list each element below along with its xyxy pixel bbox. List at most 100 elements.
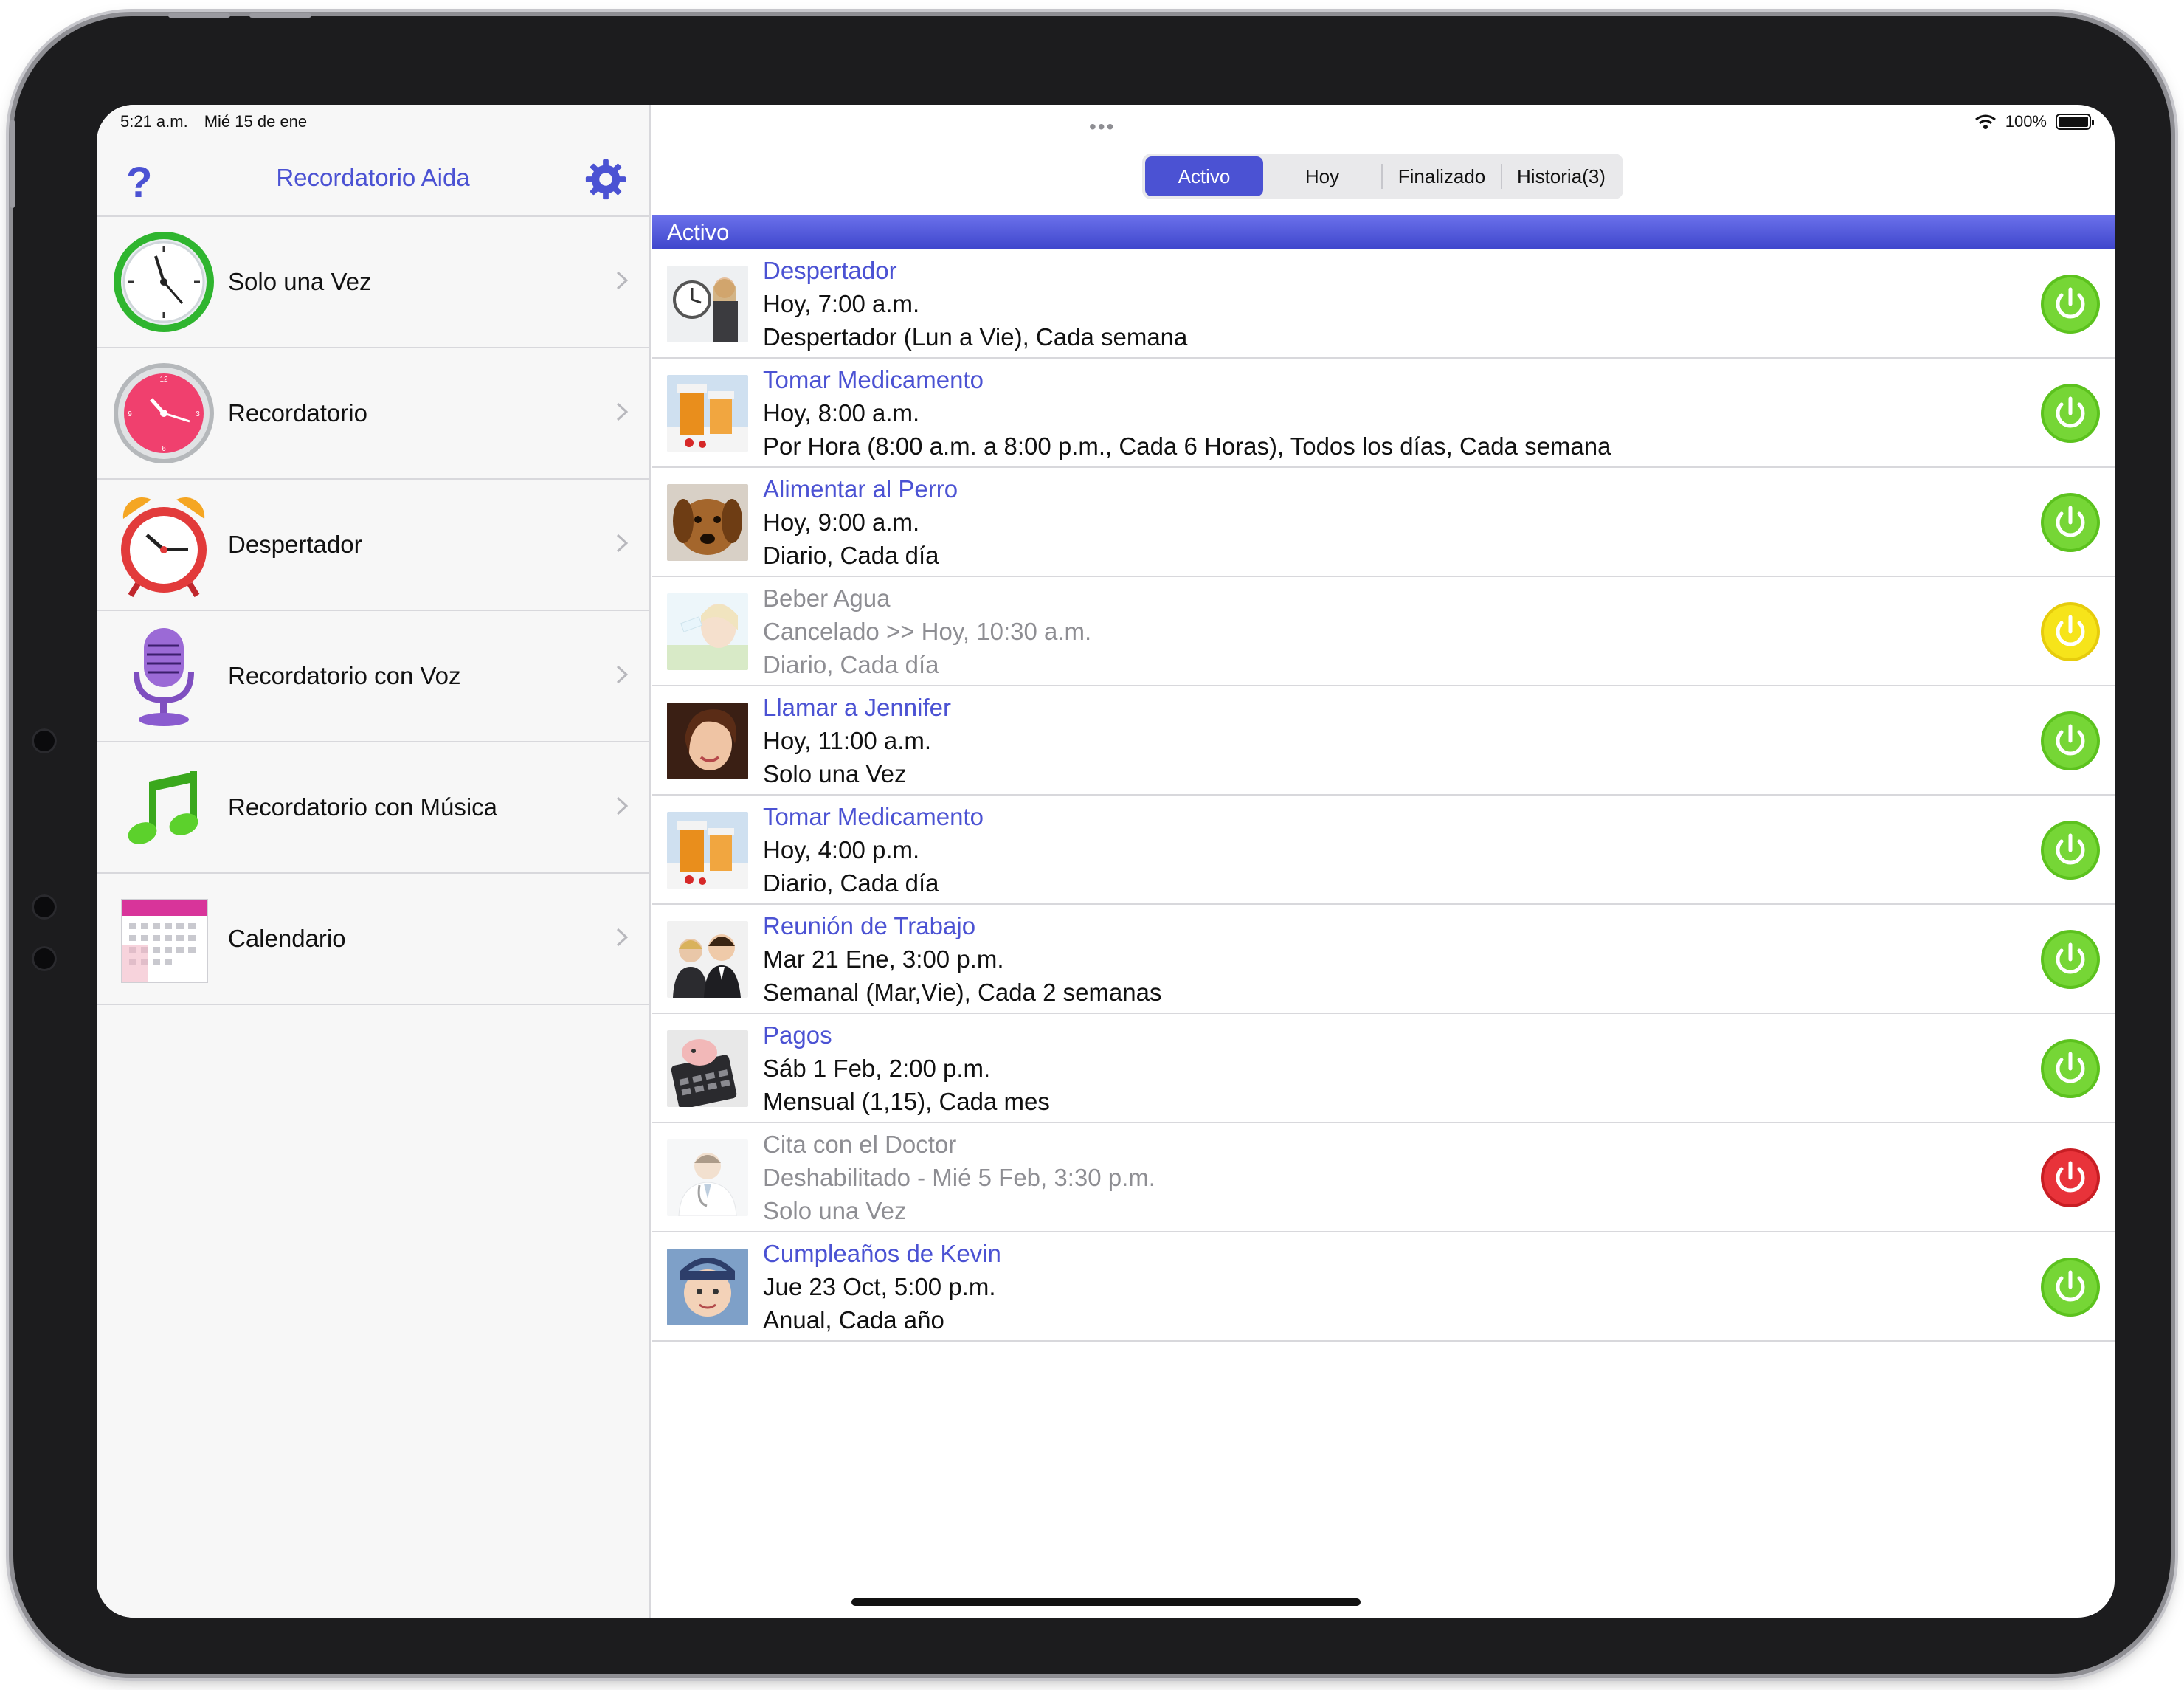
- status-right: 100%: [1974, 112, 2094, 131]
- reminder-title: Alimentar al Perro: [763, 475, 958, 503]
- gear-icon[interactable]: [583, 156, 629, 202]
- multitasking-dots[interactable]: •••: [1089, 115, 1115, 139]
- drinking-water-thumb: [667, 593, 748, 670]
- reminder-title: Llamar a Jennifer: [763, 694, 951, 721]
- status-date: Mié 15 de ene: [204, 112, 308, 131]
- reminder-row[interactable]: Tomar Medicamento Hoy, 8:00 a.m. Por Hor…: [652, 359, 2115, 468]
- tab-hoy[interactable]: Hoy: [1263, 156, 1381, 196]
- chevron-right-icon: [616, 928, 629, 947]
- reminder-repeat: Diario, Cada día: [763, 651, 939, 678]
- woman-phone-thumb: [667, 703, 748, 779]
- menu-label: Recordatorio con Voz: [228, 662, 461, 689]
- menu-label: Despertador: [228, 531, 362, 558]
- menu-item-recordatorio-con-musica[interactable]: Recordatorio con Música: [97, 742, 649, 874]
- menu-item-solo-una-vez[interactable]: Solo una Vez: [97, 217, 649, 348]
- reminder-repeat: Anual, Cada año: [763, 1306, 944, 1334]
- chevron-right-icon: [616, 402, 629, 421]
- reminder-title: Reunión de Trabajo: [763, 912, 976, 939]
- power-toggle-icon[interactable]: [2039, 1256, 2101, 1318]
- pills-thumb: [667, 375, 748, 452]
- tab-finalizado[interactable]: Finalizado: [1383, 156, 1501, 196]
- reminder-title: Cita con el Doctor: [763, 1131, 957, 1158]
- reminder-time: Cancelado >> Hoy, 10:30 a.m.: [763, 618, 1092, 645]
- sidebar: 5:21 a.m. Mié 15 de ene ? Recordatorio A…: [97, 105, 651, 1618]
- reminder-time: Mar 21 Ene, 3:00 p.m.: [763, 945, 1004, 973]
- reminder-repeat: Mensual (1,15), Cada mes: [763, 1088, 1050, 1115]
- svg-text:6: 6: [162, 445, 166, 453]
- sensor-dot: [32, 946, 57, 971]
- dog-thumb: [667, 484, 748, 561]
- reminder-time: Hoy, 4:00 p.m.: [763, 836, 920, 863]
- chevron-right-icon: [616, 665, 629, 684]
- reminder-time: Hoy, 8:00 a.m.: [763, 399, 920, 427]
- status-time: 5:21 a.m.: [120, 112, 188, 131]
- menu-item-despertador[interactable]: Despertador: [97, 480, 649, 611]
- power-toggle-icon[interactable]: [2039, 382, 2101, 444]
- power-toggle-icon[interactable]: [2039, 928, 2101, 990]
- pink-clock-icon: 12 3 6 9: [114, 363, 214, 463]
- pills-thumb: [667, 812, 748, 889]
- svg-text:9: 9: [128, 410, 132, 418]
- category-menu: Solo una Vez 12 3 6 9 Recordatorio Despe…: [97, 217, 649, 1005]
- reminder-row[interactable]: Reunión de Trabajo Mar 21 Ene, 3:00 p.m.…: [652, 905, 2115, 1014]
- section-header: Activo: [652, 215, 2115, 249]
- side-button: [10, 120, 15, 208]
- doctor-thumb: [667, 1139, 748, 1216]
- home-indicator[interactable]: [851, 1598, 1361, 1606]
- app-title: Recordatorio Aida: [276, 164, 470, 191]
- menu-item-calendario[interactable]: Calendario: [97, 874, 649, 1005]
- svg-text:12: 12: [159, 376, 168, 384]
- tab-activo[interactable]: Activo: [1145, 156, 1263, 196]
- reminder-title: Despertador: [763, 257, 897, 284]
- power-toggle-icon[interactable]: [2039, 1038, 2101, 1100]
- battery-percent: 100%: [2005, 112, 2047, 131]
- business-people-thumb: [667, 921, 748, 998]
- alarm-woman-thumb: [667, 266, 748, 342]
- reminder-row[interactable]: Despertador Hoy, 7:00 a.m. Despertador (…: [652, 249, 2115, 359]
- reminder-title: Tomar Medicamento: [763, 803, 984, 830]
- menu-label: Calendario: [228, 925, 346, 952]
- ipad-frame: 5:21 a.m. Mié 15 de ene ? Recordatorio A…: [10, 13, 2171, 1674]
- power-toggle-icon[interactable]: [2039, 819, 2101, 881]
- reminder-title: Beber Agua: [763, 584, 891, 612]
- piggy-calculator-thumb: [667, 1030, 748, 1107]
- status-left: 5:21 a.m. Mié 15 de ene: [120, 112, 307, 131]
- tab-historia[interactable]: Historia(3): [1502, 156, 1620, 196]
- reminder-title: Pagos: [763, 1021, 832, 1049]
- chevron-right-icon: [616, 796, 629, 815]
- wifi-icon: [1974, 114, 1996, 129]
- power-toggle-icon[interactable]: [2039, 601, 2101, 663]
- reminder-row[interactable]: Beber Agua Cancelado >> Hoy, 10:30 a.m. …: [652, 577, 2115, 686]
- reminder-repeat: Diario, Cada día: [763, 542, 939, 569]
- battery-icon: [2056, 114, 2094, 130]
- reminder-row[interactable]: Llamar a Jennifer Hoy, 11:00 a.m. Solo u…: [652, 686, 2115, 796]
- power-toggle-icon[interactable]: [2039, 710, 2101, 772]
- reminder-repeat: Despertador (Lun a Vie), Cada semana: [763, 323, 1188, 351]
- menu-label: Solo una Vez: [228, 268, 372, 295]
- reminder-title: Tomar Medicamento: [763, 366, 984, 393]
- music-note-icon: [128, 771, 198, 844]
- reminder-repeat: Por Hora (8:00 a.m. a 8:00 p.m., Cada 6 …: [763, 432, 1611, 460]
- reminder-row[interactable]: Cita con el Doctor Deshabilitado - Mié 5…: [652, 1123, 2115, 1232]
- sensor-dot: [32, 728, 57, 753]
- reminder-time: Hoy, 7:00 a.m.: [763, 290, 920, 317]
- microphone-icon: [134, 628, 194, 726]
- reminder-time: Sáb 1 Feb, 2:00 p.m.: [763, 1055, 991, 1082]
- power-toggle-icon[interactable]: [2039, 1147, 2101, 1209]
- chevron-right-icon: [616, 271, 629, 290]
- reminder-row[interactable]: Pagos Sáb 1 Feb, 2:00 p.m. Mensual (1,15…: [652, 1014, 2115, 1123]
- reminder-row[interactable]: Tomar Medicamento Hoy, 4:00 p.m. Diario,…: [652, 796, 2115, 905]
- menu-item-recordatorio[interactable]: 12 3 6 9 Recordatorio: [97, 348, 649, 480]
- reminder-list: Despertador Hoy, 7:00 a.m. Despertador (…: [652, 249, 2115, 1342]
- reminder-title: Cumpleaños de Kevin: [763, 1240, 1001, 1267]
- reminder-row[interactable]: Alimentar al Perro Hoy, 9:00 a.m. Diario…: [652, 468, 2115, 577]
- svg-text:3: 3: [196, 410, 200, 418]
- reminder-repeat: Diario, Cada día: [763, 869, 939, 897]
- power-toggle-icon[interactable]: [2039, 492, 2101, 553]
- calendar-icon: [121, 899, 208, 983]
- power-toggle-icon[interactable]: [2039, 273, 2101, 335]
- menu-item-recordatorio-con-voz[interactable]: Recordatorio con Voz: [97, 611, 649, 742]
- sensor-dot: [32, 894, 57, 920]
- reminder-row[interactable]: Cumpleaños de Kevin Jue 23 Oct, 5:00 p.m…: [652, 1232, 2115, 1342]
- top-button-2: [249, 13, 311, 18]
